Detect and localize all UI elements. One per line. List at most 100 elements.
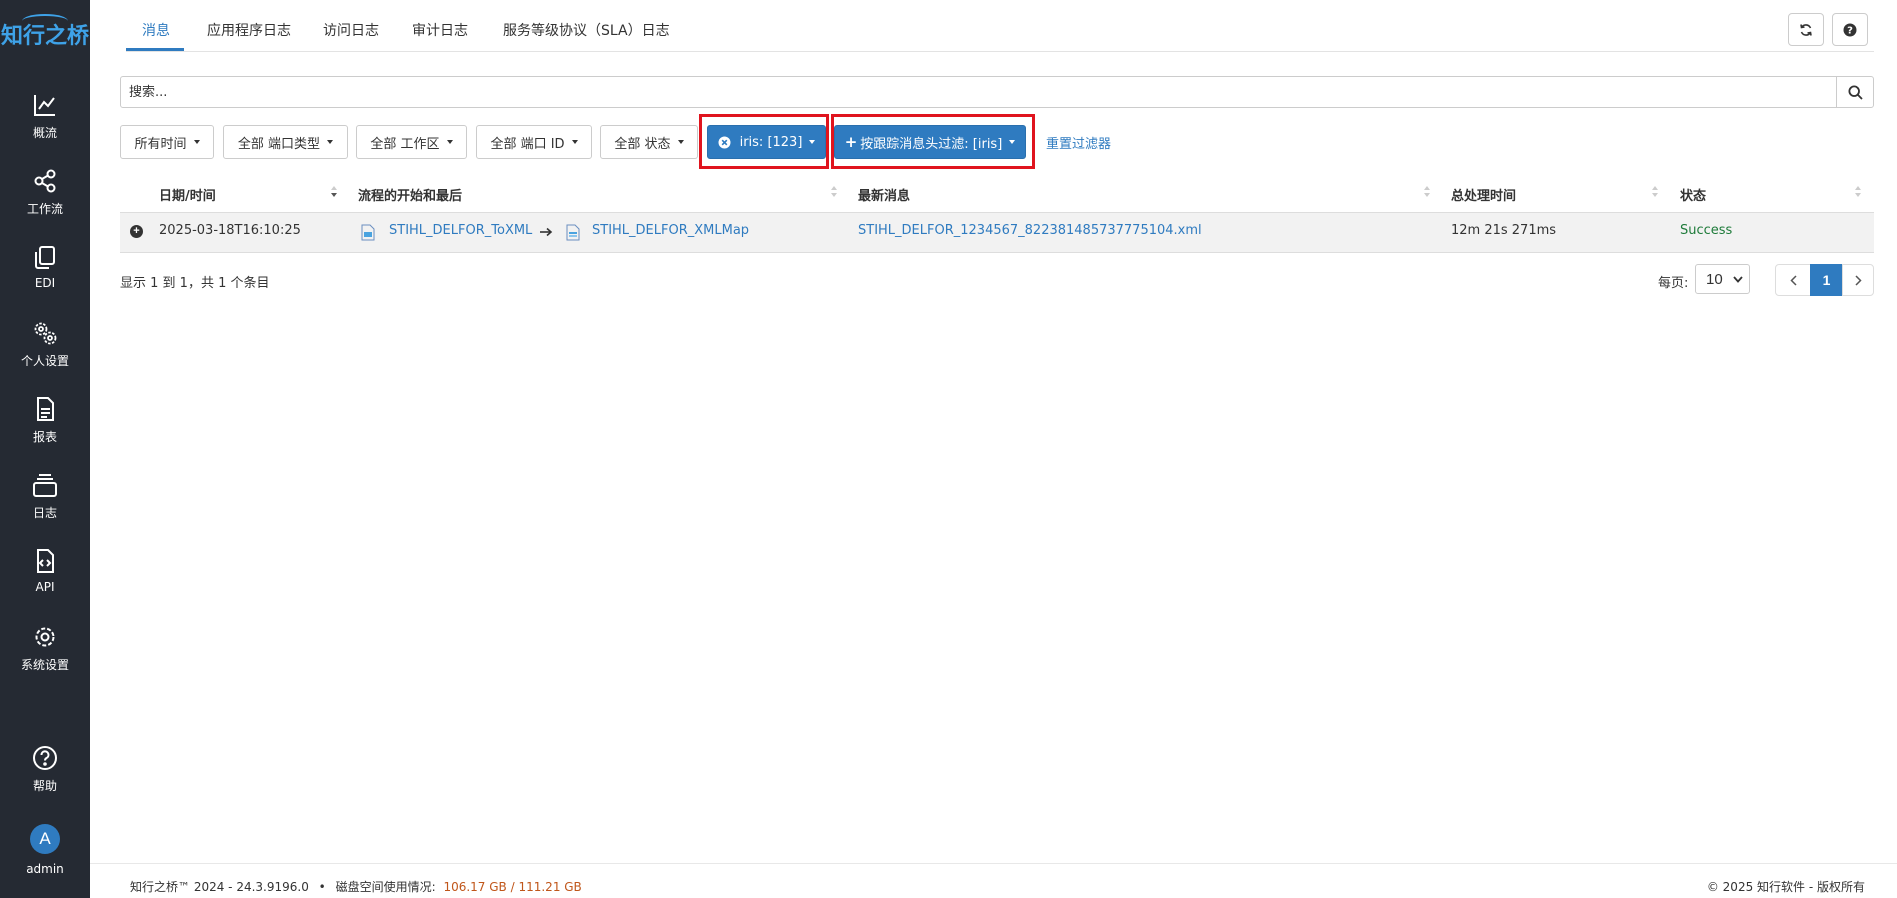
expand-row-icon[interactable]: + — [130, 225, 143, 238]
sort-icon[interactable] — [831, 186, 839, 200]
total-processing-time: 12m 21s 271ms — [1451, 223, 1557, 238]
close-circle-icon[interactable] — [718, 136, 731, 149]
search-icon — [1847, 84, 1863, 100]
file-xml-icon — [361, 224, 375, 241]
status-filter-dropdown[interactable]: 全部 状态 — [600, 125, 698, 159]
sidebar-item-workflow[interactable]: 工作流 — [0, 168, 90, 217]
header-filter-button[interactable]: + 按跟踪消息头过滤: [iris] — [834, 125, 1026, 159]
caret-down-icon — [677, 140, 684, 144]
table-summary: 显示 1 到 1，共 1 个条目 — [120, 276, 270, 291]
sidebar-item-overview[interactable]: 概流 — [0, 92, 90, 141]
sort-icon[interactable] — [1424, 186, 1432, 200]
refresh-icon — [1800, 23, 1812, 36]
filter-label: 全部 端口 ID — [490, 136, 565, 152]
next-page-button[interactable] — [1842, 264, 1874, 296]
copy-icon — [35, 246, 55, 269]
caret-down-icon — [1009, 140, 1016, 144]
flow-start-link[interactable]: STIHL_DELFOR_ToXML — [389, 223, 532, 238]
separator: • — [318, 880, 326, 894]
copyright: © 2025 知行软件 - 版权所有 — [1706, 880, 1865, 894]
filter-label: 全部 端口类型 — [237, 136, 321, 152]
plus-icon: + — [844, 133, 858, 151]
gears-icon — [34, 322, 57, 345]
sidebar-item-help[interactable]: 帮助 — [0, 745, 90, 794]
share-nodes-icon — [34, 169, 56, 193]
sidebar-item-label: API — [35, 580, 55, 594]
sidebar-item-label: 工作流 — [26, 202, 63, 216]
sidebar-item-edi[interactable]: EDI — [0, 244, 90, 290]
sidebar-item-profile[interactable]: 个人设置 — [0, 320, 90, 369]
svg-text:?: ? — [1847, 25, 1853, 36]
search-button[interactable] — [1836, 76, 1874, 108]
page-button-current[interactable]: 1 — [1810, 264, 1843, 296]
footer: 知行之桥™ 2024 - 24.3.9196.0 • 磁盘空间使用情况: 106… — [90, 863, 1897, 898]
question-circle-icon — [33, 746, 57, 770]
port-type-filter-dropdown[interactable]: 全部 端口类型 — [223, 125, 348, 159]
status-badge: Success — [1680, 223, 1733, 238]
caret-down-icon — [193, 140, 200, 144]
sidebar-item-api[interactable]: API — [0, 548, 90, 594]
version-info: 知行之桥™ 2024 - 24.3.9196.0 — [130, 880, 309, 894]
column-header-status[interactable]: 状态 — [1680, 185, 1706, 204]
filter-label: 全部 状态 — [614, 136, 671, 152]
tab-application-log[interactable]: 应用程序日志 — [207, 20, 291, 40]
chevron-right-icon — [1854, 274, 1862, 286]
tab-sla-log[interactable]: 服务等级协议（SLA）日志 — [503, 20, 670, 40]
filter-label: iris: [123] — [739, 134, 803, 150]
port-id-filter-dropdown[interactable]: 全部 端口 ID — [476, 125, 592, 159]
per-page-label: 每页: — [1658, 276, 1689, 291]
sidebar-item-logs[interactable]: 日志 — [0, 472, 90, 521]
file-code-icon — [37, 549, 54, 573]
sidebar-item-reports[interactable]: 报表 — [0, 396, 90, 445]
flow-end-link[interactable]: STIHL_DELFOR_XMLMap — [592, 223, 749, 238]
iris-filter-chip[interactable]: iris: [123] — [707, 125, 826, 159]
active-tab-indicator — [126, 48, 184, 51]
arrow-right-icon — [540, 227, 553, 237]
per-page-value: 10 — [1706, 270, 1723, 288]
user-menu[interactable]: A admin — [0, 824, 90, 876]
file-map-icon — [566, 224, 580, 241]
avatar: A — [30, 824, 60, 854]
tab-audit-log[interactable]: 审计日志 — [412, 20, 468, 40]
refresh-button[interactable] — [1788, 13, 1824, 46]
column-header-datetime[interactable]: 日期/时间 — [159, 185, 216, 204]
sort-icon[interactable] — [1855, 186, 1863, 200]
row-datetime: 2025-03-18T16:10:25 — [159, 223, 301, 238]
logo: 知行之桥 — [0, 24, 89, 49]
latest-message-link[interactable]: STIHL_DELFOR_1234567_822381485737775104.… — [858, 223, 1202, 238]
tab-access-log[interactable]: 访问日志 — [323, 20, 379, 40]
sidebar-item-label: 概流 — [32, 126, 57, 140]
layers-icon — [33, 474, 57, 497]
filter-label: 全部 工作区 — [370, 136, 440, 152]
caret-down-icon — [327, 140, 334, 144]
column-header-flow[interactable]: 流程的开始和最后 — [358, 185, 462, 204]
previous-page-button[interactable] — [1775, 264, 1811, 296]
sort-icon[interactable] — [1652, 186, 1660, 200]
column-header-total-time[interactable]: 总处理时间 — [1451, 185, 1516, 204]
sidebar: 知行之桥 概流 工作流 EDI 个人设置 报表 日志 API 系统设置 帮助 A… — [0, 0, 90, 898]
search-input[interactable] — [120, 76, 1837, 108]
footer-info: 知行之桥™ 2024 - 24.3.9196.0 • 磁盘空间使用情况: 106… — [130, 878, 582, 895]
filter-label: 按跟踪消息头过滤: [iris] — [860, 136, 1003, 152]
help-button[interactable]: ? — [1832, 13, 1868, 46]
per-page-select[interactable]: 10 — [1695, 264, 1750, 294]
caret-down-icon — [809, 140, 816, 144]
chevron-left-icon — [1789, 274, 1797, 286]
gear-icon — [35, 627, 55, 647]
tab-messages[interactable]: 消息 — [142, 20, 170, 40]
sort-desc-icon[interactable] — [331, 186, 339, 200]
caret-down-icon — [571, 140, 578, 144]
username: admin — [26, 862, 64, 876]
log-tabs: 消息 应用程序日志 访问日志 审计日志 服务等级协议（SLA）日志 — [126, 0, 1874, 52]
caret-down-icon — [446, 140, 453, 144]
question-circle-icon: ? — [1843, 23, 1857, 36]
file-lines-icon — [37, 397, 54, 421]
sidebar-item-system-settings[interactable]: 系统设置 — [0, 624, 90, 673]
chart-line-icon — [34, 95, 55, 116]
workspace-filter-dropdown[interactable]: 全部 工作区 — [356, 125, 467, 159]
reset-filters-link[interactable]: 重置过滤器 — [1046, 133, 1111, 152]
time-filter-dropdown[interactable]: 所有时间 — [120, 125, 214, 159]
column-header-latest-message[interactable]: 最新消息 — [858, 185, 910, 204]
sidebar-item-label: EDI — [34, 276, 56, 290]
sidebar-item-label: 帮助 — [32, 779, 57, 793]
